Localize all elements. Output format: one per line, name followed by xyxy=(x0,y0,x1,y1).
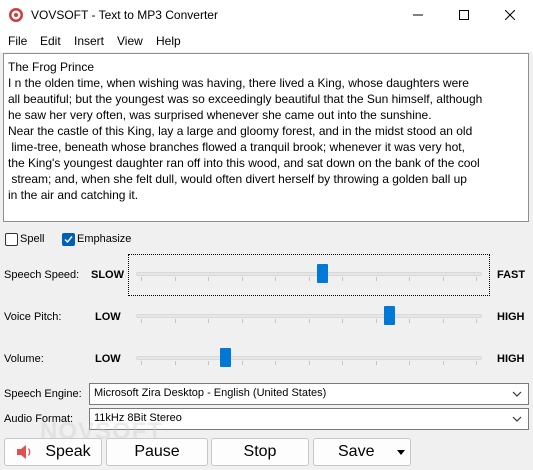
stop-button[interactable]: Stop xyxy=(211,438,309,466)
text-line: The Frog Prince xyxy=(8,60,95,74)
slider-tick xyxy=(409,319,410,323)
app-logo-icon xyxy=(9,8,23,22)
menu-file[interactable]: File xyxy=(8,34,27,48)
slider-tick xyxy=(308,319,310,323)
slider-tick xyxy=(409,361,410,365)
slider-tick xyxy=(241,319,243,323)
slider-tick xyxy=(141,361,142,365)
stop-button-label: Stop xyxy=(243,443,277,460)
speed-slow-label: SLOW xyxy=(91,269,124,281)
spell-label[interactable]: Spell xyxy=(20,233,44,245)
pitch-slider-track[interactable] xyxy=(136,314,482,318)
slider-tick xyxy=(476,361,477,365)
text-line: Near the castle of this King, lay a larg… xyxy=(8,124,473,138)
menu-view[interactable]: View xyxy=(117,34,143,48)
slider-tick xyxy=(308,277,310,281)
slider-tick xyxy=(409,277,410,281)
speak-button-label: Speak xyxy=(45,443,91,460)
slider-tick xyxy=(275,361,276,365)
slider-tick xyxy=(275,319,276,323)
text-line: all beautiful; but the youngest was so e… xyxy=(8,92,483,106)
volume-label: Volume: xyxy=(4,353,44,365)
save-button[interactable]: Save xyxy=(313,438,411,466)
text-editor[interactable]: The Frog Prince I n the olden time, when… xyxy=(3,53,529,222)
slider-tick xyxy=(174,319,176,323)
text-line: the King's youngest daughter ran off int… xyxy=(8,156,480,170)
chevron-down-icon xyxy=(512,416,522,422)
menu-help[interactable]: Help xyxy=(156,34,181,48)
check-icon xyxy=(64,236,73,244)
slider-tick xyxy=(442,361,444,365)
slider-tick xyxy=(375,361,377,365)
emphasize-checkbox[interactable] xyxy=(62,233,75,246)
slider-tick xyxy=(442,277,444,281)
title-bar: VOVSOFT - Text to MP3 Converter xyxy=(0,0,533,30)
slider-tick xyxy=(375,277,377,281)
speech-speed-label: Speech Speed: xyxy=(4,269,80,281)
slider-tick xyxy=(174,277,176,281)
save-button-label: Save xyxy=(338,443,375,460)
volume-high-label: HIGH xyxy=(497,353,525,365)
text-line: I n the olden time, when wishing was hav… xyxy=(8,76,469,90)
menu-bar: File Edit Insert View Help xyxy=(0,30,533,52)
emphasize-label[interactable]: Emphasize xyxy=(77,233,131,245)
maximize-button[interactable] xyxy=(441,0,487,30)
pitch-slider-thumb[interactable] xyxy=(383,306,395,325)
slider-tick xyxy=(442,319,444,323)
close-button[interactable] xyxy=(487,0,533,30)
slider-tick xyxy=(208,277,209,281)
speech-engine-value: Microsoft Zira Desktop - English (United… xyxy=(94,387,327,399)
slider-tick xyxy=(308,361,310,365)
slider-tick xyxy=(141,319,142,323)
slider-tick xyxy=(342,319,343,323)
speak-button[interactable]: Speak xyxy=(4,438,102,466)
slider-tick xyxy=(275,277,276,281)
speed-slider-track[interactable] xyxy=(136,272,482,276)
window-title: VOVSOFT - Text to MP3 Converter xyxy=(31,8,218,22)
pitch-low-label: LOW xyxy=(95,311,121,323)
speaker-icon xyxy=(17,445,31,459)
slider-tick xyxy=(241,361,243,365)
speech-engine-label: Speech Engine: xyxy=(4,388,82,400)
speed-slider-thumb[interactable] xyxy=(316,264,328,283)
slider-tick xyxy=(141,277,142,281)
pause-button[interactable]: Pause xyxy=(106,438,208,466)
spell-checkbox[interactable] xyxy=(5,233,18,246)
volume-slider-thumb[interactable] xyxy=(219,348,231,367)
slider-tick xyxy=(208,361,209,365)
slider-tick xyxy=(375,319,377,323)
close-icon xyxy=(505,10,515,20)
volume-low-label: LOW xyxy=(95,353,121,365)
voice-pitch-label: Voice Pitch: xyxy=(4,311,62,323)
dropdown-arrow-icon xyxy=(397,450,405,455)
slider-tick xyxy=(174,361,176,365)
chevron-down-icon xyxy=(512,391,522,397)
menu-insert[interactable]: Insert xyxy=(74,34,104,48)
text-line: he saw her very often, was surprised whe… xyxy=(8,108,432,122)
speed-fast-label: FAST xyxy=(497,269,526,281)
slider-tick xyxy=(342,361,343,365)
text-line: stream; and, when she felt dull, would o… xyxy=(8,172,467,186)
slider-tick xyxy=(241,277,243,281)
minimize-icon xyxy=(413,14,423,16)
maximize-icon xyxy=(459,10,469,20)
pitch-high-label: HIGH xyxy=(497,311,525,323)
pause-button-label: Pause xyxy=(134,443,180,460)
text-line: in the air and catching it. xyxy=(8,188,139,202)
slider-tick xyxy=(342,277,343,281)
slider-tick xyxy=(476,319,477,323)
slider-tick xyxy=(476,277,477,281)
text-line: lime-tree, beneath whose branches flowed… xyxy=(8,140,465,154)
menu-edit[interactable]: Edit xyxy=(40,34,61,48)
speech-engine-select[interactable]: Microsoft Zira Desktop - English (United… xyxy=(89,383,529,405)
minimize-button[interactable] xyxy=(395,0,441,30)
volume-slider-track[interactable] xyxy=(136,356,482,360)
slider-tick xyxy=(208,319,209,323)
